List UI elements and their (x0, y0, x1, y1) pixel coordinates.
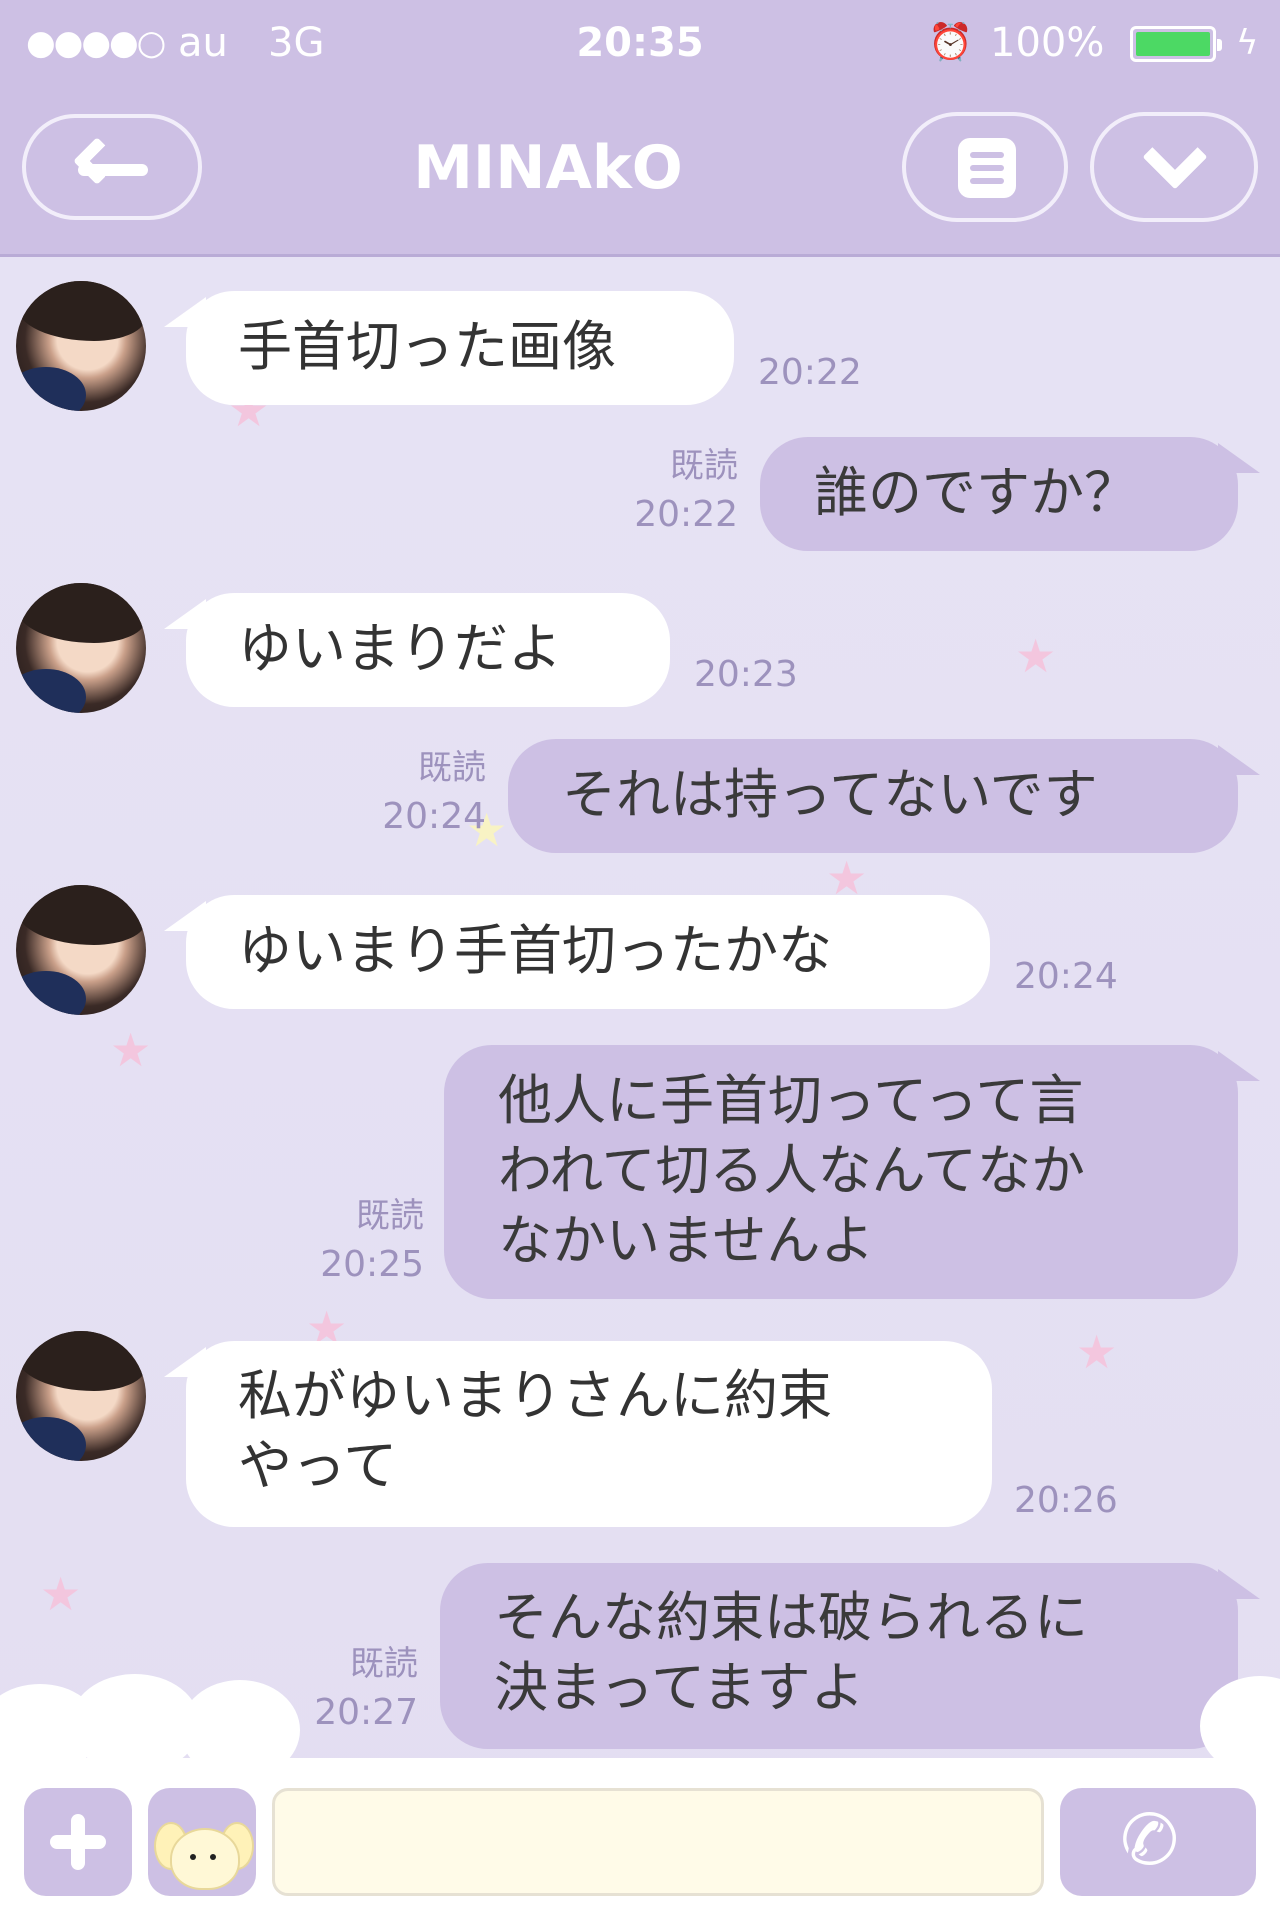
battery-icon (1130, 26, 1222, 62)
avatar[interactable] (16, 281, 146, 411)
menu-line (970, 152, 1004, 158)
message-list[interactable]: ★ ★ ★ ★ ★ ★ ★ ★ 手首切った画像 20:22 既読 20:22 誰… (0, 257, 1280, 1749)
lightning-bolt-icon: ϟ (1236, 23, 1259, 63)
message-text-line: やって (238, 1434, 398, 1497)
avatar[interactable] (16, 1331, 146, 1461)
read-receipt: 既読 (670, 446, 738, 486)
avatar[interactable] (16, 885, 146, 1015)
message-time: 20:24 (1014, 956, 1118, 997)
message-text: 手首切った画像 (238, 315, 616, 378)
message-text: ゆいまり手首切ったかな (238, 919, 832, 982)
status-bar: ●●●●○ au 3G 20:35 ⏰ 100% ϟ (0, 0, 1280, 88)
puppy-face (170, 1828, 240, 1890)
plus-button[interactable] (24, 1788, 132, 1896)
avatar-hair (16, 583, 146, 643)
message-text: 誰のですか？ (814, 461, 1138, 524)
puppy-eye (190, 1854, 196, 1860)
phone-icon: ✆ (1113, 1794, 1186, 1886)
message-bubble-outgoing[interactable]: 誰のですか？ (760, 437, 1260, 551)
read-receipt: 既読 (418, 748, 486, 788)
message-text-line: われて切る人なんてなか (498, 1139, 1085, 1202)
call-button[interactable]: ✆ (1060, 1788, 1256, 1896)
message-input[interactable] (272, 1788, 1044, 1896)
message-text: ゆいまりだよ (238, 617, 562, 680)
avatar-hair (16, 281, 146, 341)
message-bubble-incoming[interactable]: ゆいまりだよ (164, 593, 670, 707)
avatar-scarf (16, 971, 86, 1015)
message-text-line: 私がゆいまりさんに約束 (238, 1364, 832, 1427)
star-decoration: ★ (40, 1567, 82, 1621)
message-text-line: なかいませんよ (498, 1209, 875, 1272)
message-time: 20:24 (382, 796, 486, 837)
menu-line (970, 178, 1004, 184)
message-text-line: そんな約束は破られるに (494, 1586, 1088, 1649)
plus-icon-bar (50, 1835, 106, 1849)
chevron-down-icon (1142, 124, 1208, 190)
battery-fill (1136, 32, 1210, 56)
avatar-scarf (16, 367, 86, 411)
message-bubble-outgoing[interactable]: 他人に手首切ってって言 われて切る人なんてなか なかいませんよ (444, 1045, 1260, 1299)
message-time: 20:26 (1014, 1480, 1118, 1521)
star-decoration: ★ (1015, 629, 1057, 683)
header-bar: MINAkO (0, 88, 1280, 257)
message-time: 20:22 (758, 352, 862, 393)
chat-screen: ●●●●○ au 3G 20:35 ⏰ 100% ϟ MINAkO ★ ★ ★ … (0, 0, 1280, 1920)
menu-list-icon (958, 138, 1016, 198)
message-bubble-outgoing[interactable]: それは持ってないです (508, 739, 1260, 853)
message-bubble-incoming[interactable]: ゆいまり手首切ったかな (164, 895, 990, 1009)
avatar[interactable] (16, 583, 146, 713)
star-decoration: ★ (1076, 1325, 1118, 1379)
avatar-hair (16, 885, 146, 945)
avatar-scarf (16, 1417, 86, 1461)
dropdown-button[interactable] (1090, 112, 1258, 222)
read-receipt: 既読 (356, 1196, 424, 1236)
message-time: 20:23 (694, 654, 798, 695)
star-decoration: ★ (110, 1023, 152, 1077)
menu-line (970, 165, 1004, 171)
message-text-line: 他人に手首切ってって言 (498, 1069, 1084, 1132)
battery-nub (1217, 39, 1222, 51)
message-time: 20:25 (320, 1244, 424, 1285)
sticker-button[interactable] (148, 1788, 256, 1896)
menu-button[interactable] (902, 112, 1068, 222)
avatar-scarf (16, 669, 86, 713)
battery-percent: 100% (990, 20, 1105, 66)
message-time: 20:22 (634, 494, 738, 535)
message-bubble-incoming[interactable]: 手首切った画像 (164, 291, 734, 405)
input-bar: ✆ (0, 1758, 1280, 1920)
avatar-hair (16, 1331, 146, 1391)
alarm-clock-icon: ⏰ (928, 22, 973, 63)
message-bubble-incoming[interactable]: 私がゆいまりさんに約束 やって (164, 1341, 992, 1527)
message-text: それは持ってないです (562, 763, 1098, 826)
cloud-decoration (0, 1650, 1280, 1780)
puppy-eye (210, 1854, 216, 1860)
